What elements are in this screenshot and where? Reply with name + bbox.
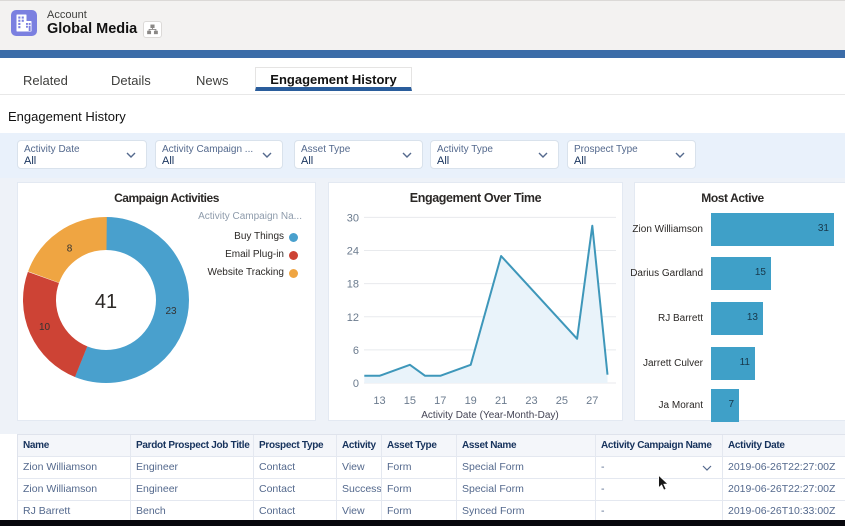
svg-text:27: 27 [586,395,598,407]
svg-text:30: 30 [347,212,359,224]
svg-text:21: 21 [495,395,507,407]
svg-text:23: 23 [525,395,537,407]
svg-text:19: 19 [465,395,477,407]
svg-text:0: 0 [353,378,359,390]
svg-text:Activity Date (Year-Month-Day): Activity Date (Year-Month-Day) [421,410,558,420]
svg-text:6: 6 [353,345,359,357]
svg-text:24: 24 [347,246,359,258]
svg-text:13: 13 [373,395,385,407]
svg-text:23: 23 [165,306,177,317]
svg-text:41: 41 [95,291,117,313]
svg-text:18: 18 [347,279,359,291]
svg-text:25: 25 [556,395,568,407]
svg-text:10: 10 [39,322,51,333]
svg-text:17: 17 [434,395,446,407]
svg-text:15: 15 [404,395,416,407]
svg-text:12: 12 [347,312,359,324]
